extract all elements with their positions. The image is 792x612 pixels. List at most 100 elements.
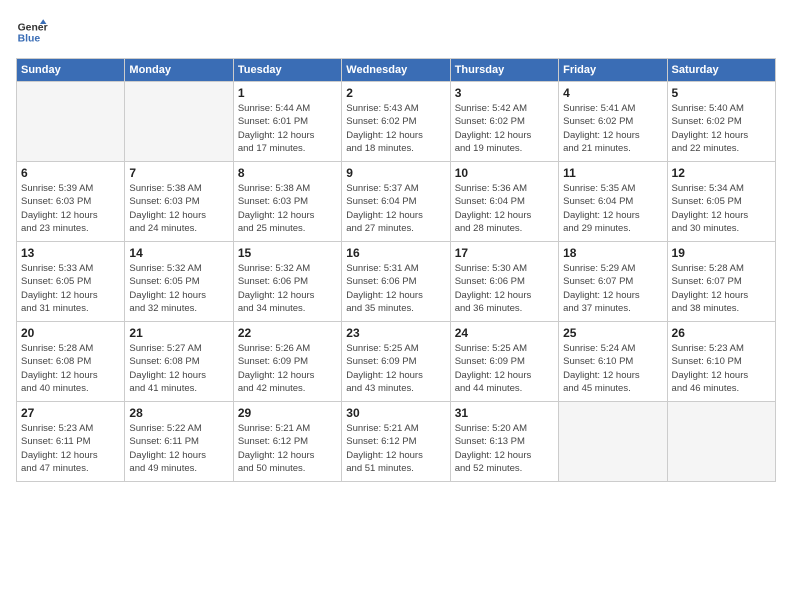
calendar-cell: 12 Sunrise: 5:34 AM Sunset: 6:05 PM Dayli… [667, 162, 775, 242]
day-info: Sunrise: 5:31 AM Sunset: 6:06 PM Dayligh… [346, 262, 445, 315]
day-number: 7 [129, 166, 228, 180]
day-info: Sunrise: 5:21 AM Sunset: 6:12 PM Dayligh… [346, 422, 445, 475]
day-info: Sunrise: 5:35 AM Sunset: 6:04 PM Dayligh… [563, 182, 662, 235]
day-info: Sunrise: 5:32 AM Sunset: 6:05 PM Dayligh… [129, 262, 228, 315]
day-info: Sunrise: 5:27 AM Sunset: 6:08 PM Dayligh… [129, 342, 228, 395]
day-info: Sunrise: 5:40 AM Sunset: 6:02 PM Dayligh… [672, 102, 771, 155]
day-info: Sunrise: 5:20 AM Sunset: 6:13 PM Dayligh… [455, 422, 554, 475]
calendar-cell: 15 Sunrise: 5:32 AM Sunset: 6:06 PM Dayli… [233, 242, 341, 322]
day-info: Sunrise: 5:28 AM Sunset: 6:08 PM Dayligh… [21, 342, 120, 395]
day-info: Sunrise: 5:44 AM Sunset: 6:01 PM Dayligh… [238, 102, 337, 155]
calendar-cell: 30 Sunrise: 5:21 AM Sunset: 6:12 PM Dayli… [342, 402, 450, 482]
calendar-cell: 1 Sunrise: 5:44 AM Sunset: 6:01 PM Daylig… [233, 82, 341, 162]
calendar-cell: 14 Sunrise: 5:32 AM Sunset: 6:05 PM Dayli… [125, 242, 233, 322]
day-info: Sunrise: 5:36 AM Sunset: 6:04 PM Dayligh… [455, 182, 554, 235]
day-of-week-header: Wednesday [342, 59, 450, 82]
calendar-cell: 10 Sunrise: 5:36 AM Sunset: 6:04 PM Dayli… [450, 162, 558, 242]
day-number: 4 [563, 86, 662, 100]
day-info: Sunrise: 5:28 AM Sunset: 6:07 PM Dayligh… [672, 262, 771, 315]
day-number: 15 [238, 246, 337, 260]
calendar-cell: 20 Sunrise: 5:28 AM Sunset: 6:08 PM Dayli… [17, 322, 125, 402]
calendar-cell: 25Sunrise: 5:24 AM Sunset: 6:10 PM Dayli… [559, 322, 667, 402]
day-of-week-header: Monday [125, 59, 233, 82]
calendar-cell: 4 Sunrise: 5:41 AM Sunset: 6:02 PM Daylig… [559, 82, 667, 162]
day-number: 28 [129, 406, 228, 420]
calendar: SundayMondayTuesdayWednesdayThursdayFrid… [16, 58, 776, 482]
day-info: Sunrise: 5:33 AM Sunset: 6:05 PM Dayligh… [21, 262, 120, 315]
calendar-cell: 16Sunrise: 5:31 AM Sunset: 6:06 PM Dayli… [342, 242, 450, 322]
day-info: Sunrise: 5:23 AM Sunset: 6:11 PM Dayligh… [21, 422, 120, 475]
calendar-week-row: 27 Sunrise: 5:23 AM Sunset: 6:11 PM Dayli… [17, 402, 776, 482]
calendar-week-row: 13 Sunrise: 5:33 AM Sunset: 6:05 PM Dayli… [17, 242, 776, 322]
day-info: Sunrise: 5:29 AM Sunset: 6:07 PM Dayligh… [563, 262, 662, 315]
day-of-week-header: Friday [559, 59, 667, 82]
day-info: Sunrise: 5:34 AM Sunset: 6:05 PM Dayligh… [672, 182, 771, 235]
calendar-cell: 23 Sunrise: 5:25 AM Sunset: 6:09 PM Dayli… [342, 322, 450, 402]
calendar-cell: 24Sunrise: 5:25 AM Sunset: 6:09 PM Dayli… [450, 322, 558, 402]
calendar-cell: 2 Sunrise: 5:43 AM Sunset: 6:02 PM Daylig… [342, 82, 450, 162]
day-number: 9 [346, 166, 445, 180]
calendar-week-row: 1 Sunrise: 5:44 AM Sunset: 6:01 PM Daylig… [17, 82, 776, 162]
day-number: 31 [455, 406, 554, 420]
day-info: Sunrise: 5:41 AM Sunset: 6:02 PM Dayligh… [563, 102, 662, 155]
day-number: 14 [129, 246, 228, 260]
day-info: Sunrise: 5:22 AM Sunset: 6:11 PM Dayligh… [129, 422, 228, 475]
day-number: 13 [21, 246, 120, 260]
day-number: 17 [455, 246, 554, 260]
calendar-cell: 9 Sunrise: 5:37 AM Sunset: 6:04 PM Daylig… [342, 162, 450, 242]
calendar-cell: 28 Sunrise: 5:22 AM Sunset: 6:11 PM Dayli… [125, 402, 233, 482]
day-info: Sunrise: 5:25 AM Sunset: 6:09 PM Dayligh… [346, 342, 445, 395]
header: General Blue [16, 16, 776, 48]
calendar-cell: 21 Sunrise: 5:27 AM Sunset: 6:08 PM Dayli… [125, 322, 233, 402]
day-number: 19 [672, 246, 771, 260]
day-number: 8 [238, 166, 337, 180]
calendar-week-row: 6 Sunrise: 5:39 AM Sunset: 6:03 PM Daylig… [17, 162, 776, 242]
day-info: Sunrise: 5:30 AM Sunset: 6:06 PM Dayligh… [455, 262, 554, 315]
day-info: Sunrise: 5:32 AM Sunset: 6:06 PM Dayligh… [238, 262, 337, 315]
logo: General Blue [16, 16, 48, 48]
day-info: Sunrise: 5:37 AM Sunset: 6:04 PM Dayligh… [346, 182, 445, 235]
day-of-week-header: Sunday [17, 59, 125, 82]
calendar-cell: 8Sunrise: 5:38 AM Sunset: 6:03 PM Daylig… [233, 162, 341, 242]
calendar-cell: 27 Sunrise: 5:23 AM Sunset: 6:11 PM Dayli… [17, 402, 125, 482]
day-number: 27 [21, 406, 120, 420]
logo-icon: General Blue [16, 16, 48, 48]
day-number: 12 [672, 166, 771, 180]
day-number: 10 [455, 166, 554, 180]
calendar-cell [559, 402, 667, 482]
calendar-cell: 29 Sunrise: 5:21 AM Sunset: 6:12 PM Dayli… [233, 402, 341, 482]
day-info: Sunrise: 5:42 AM Sunset: 6:02 PM Dayligh… [455, 102, 554, 155]
day-info: Sunrise: 5:38 AM Sunset: 6:03 PM Dayligh… [129, 182, 228, 235]
calendar-cell: 22Sunrise: 5:26 AM Sunset: 6:09 PM Dayli… [233, 322, 341, 402]
day-number: 3 [455, 86, 554, 100]
day-of-week-header: Tuesday [233, 59, 341, 82]
day-info: Sunrise: 5:25 AM Sunset: 6:09 PM Dayligh… [455, 342, 554, 395]
calendar-cell: 26Sunrise: 5:23 AM Sunset: 6:10 PM Dayli… [667, 322, 775, 402]
calendar-cell: 11 Sunrise: 5:35 AM Sunset: 6:04 PM Dayli… [559, 162, 667, 242]
day-number: 20 [21, 326, 120, 340]
day-number: 21 [129, 326, 228, 340]
day-number: 6 [21, 166, 120, 180]
day-info: Sunrise: 5:39 AM Sunset: 6:03 PM Dayligh… [21, 182, 120, 235]
day-number: 23 [346, 326, 445, 340]
calendar-week-row: 20 Sunrise: 5:28 AM Sunset: 6:08 PM Dayli… [17, 322, 776, 402]
day-info: Sunrise: 5:21 AM Sunset: 6:12 PM Dayligh… [238, 422, 337, 475]
day-number: 29 [238, 406, 337, 420]
calendar-cell: 6 Sunrise: 5:39 AM Sunset: 6:03 PM Daylig… [17, 162, 125, 242]
day-number: 2 [346, 86, 445, 100]
day-number: 18 [563, 246, 662, 260]
day-info: Sunrise: 5:23 AM Sunset: 6:10 PM Dayligh… [672, 342, 771, 395]
calendar-cell: 5Sunrise: 5:40 AM Sunset: 6:02 PM Daylig… [667, 82, 775, 162]
calendar-cell [17, 82, 125, 162]
day-number: 11 [563, 166, 662, 180]
calendar-cell [667, 402, 775, 482]
calendar-header-row: SundayMondayTuesdayWednesdayThursdayFrid… [17, 59, 776, 82]
calendar-cell: 31 Sunrise: 5:20 AM Sunset: 6:13 PM Dayli… [450, 402, 558, 482]
svg-text:General: General [18, 22, 48, 33]
day-number: 30 [346, 406, 445, 420]
calendar-cell: 18 Sunrise: 5:29 AM Sunset: 6:07 PM Dayli… [559, 242, 667, 322]
calendar-cell: 3 Sunrise: 5:42 AM Sunset: 6:02 PM Daylig… [450, 82, 558, 162]
calendar-cell: 7 Sunrise: 5:38 AM Sunset: 6:03 PM Daylig… [125, 162, 233, 242]
day-info: Sunrise: 5:43 AM Sunset: 6:02 PM Dayligh… [346, 102, 445, 155]
day-number: 1 [238, 86, 337, 100]
